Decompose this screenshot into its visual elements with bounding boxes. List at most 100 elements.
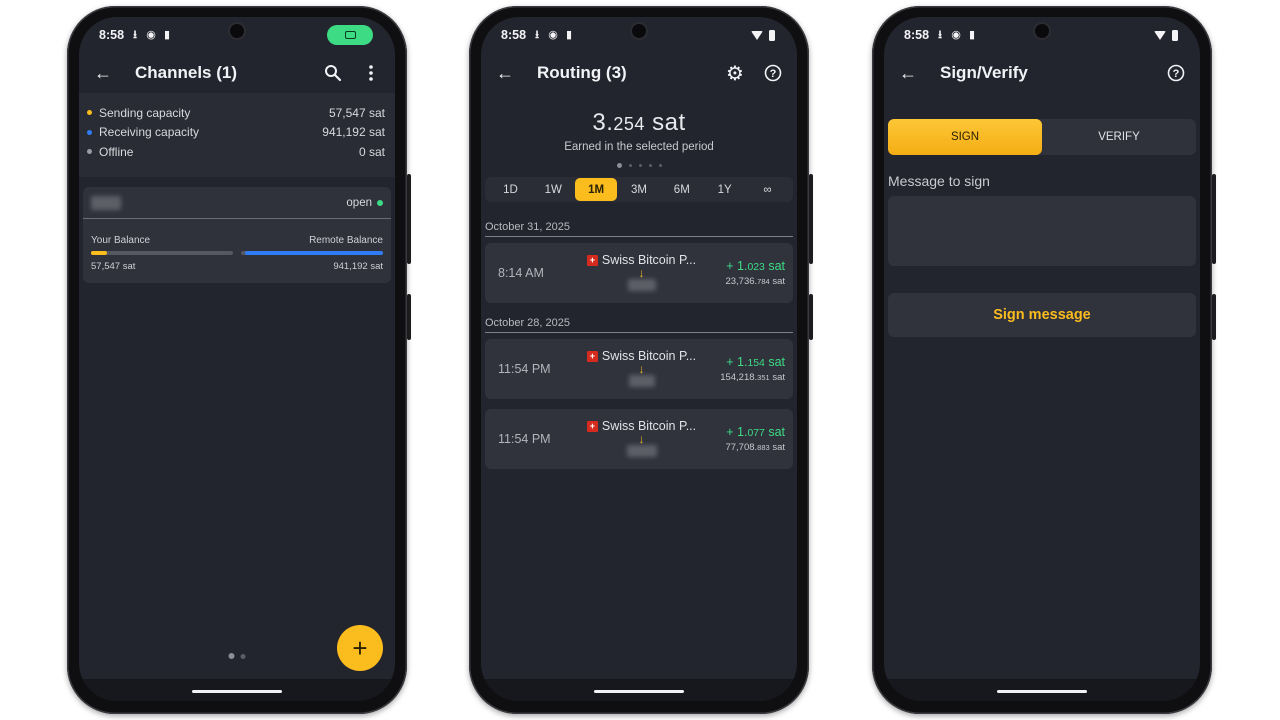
earned-amount: 3.254 sat [592,109,686,136]
period-all[interactable]: ∞ [746,178,788,201]
routing-screen: 8:58 ⭳ ◉ ▮ ← Routing (3) ⚙ ? 3.254 sat E… [481,17,797,701]
routing-event[interactable]: 11:54 PM + Swiss Bitcoin P... ↓ + 1.077 s… [485,409,793,469]
sign-message-button[interactable]: Sign message [888,293,1196,337]
wifi-icon [751,30,763,40]
power-button [1212,294,1216,340]
remote-balance-label: Remote Balance [309,235,383,246]
event-amount: 23,736.784 sat [725,276,785,287]
your-balance-value: 57,547 sat [91,261,136,272]
download-icon: ⭳ [133,29,137,41]
status-time: 8:58 [904,28,930,42]
front-camera [632,24,646,38]
earned-caption: Earned in the selected period [564,141,714,153]
event-values: + 1.023 sat 23,736.784 sat [707,259,785,287]
period-3m[interactable]: 3M [618,178,660,201]
event-fee: + 1.023 sat [726,259,785,273]
page-dot [638,164,642,167]
sim-icon: ▮ [969,29,976,41]
peer-redacted [628,374,655,387]
routing-event[interactable]: 8:14 AM + Swiss Bitcoin P... ↓ + 1.023 sa… [485,243,793,303]
channels-content: Sending capacity 57,547 sat Receiving ca… [79,93,395,701]
page-title: Sign/Verify [940,63,1028,82]
sign-verify-tabs: SIGN VERIFY [888,119,1196,155]
event-route: + Swiss Bitcoin P... ↓ [576,253,707,294]
screen-record-icon[interactable] [327,25,373,45]
remote-balance-bar [241,251,383,255]
app-notification-icon: ◉ [951,29,961,41]
status-open-dot [377,199,383,206]
sending-capacity-value: 57,547 sat [328,105,385,120]
settings-gear-icon[interactable]: ⚙ [725,63,745,85]
app-notification-icon: ◉ [146,29,156,41]
event-route: + Swiss Bitcoin P... ↓ [576,349,707,390]
back-arrow-icon[interactable]: ← [898,63,918,83]
back-arrow-icon[interactable]: ← [495,63,515,83]
battery-icon [769,29,775,41]
more-vert-icon[interactable] [361,63,381,83]
swiss-flag-icon: + [586,420,598,432]
tab-verify[interactable]: VERIFY [1042,119,1196,155]
event-time: 8:14 AM [498,266,544,280]
svg-text:?: ? [1173,68,1180,80]
wifi-icon [1154,30,1166,40]
message-input[interactable] [888,196,1196,266]
offline-dot [87,149,92,155]
capacity-summary: Sending capacity 57,547 sat Receiving ca… [79,93,395,177]
front-camera [230,24,244,38]
event-values: + 1.077 sat 77,708.883 sat [707,425,785,453]
period-1m[interactable]: 1M [575,178,618,201]
power-button [809,294,813,340]
page-dot [240,653,246,659]
peer-redacted [627,278,656,291]
date-header: October 31, 2025 [485,221,793,237]
event-amount: 154,218.351 sat [720,372,785,383]
summary-page-indicator [481,163,797,168]
page-title: Routing (3) [537,63,627,82]
search-icon[interactable] [323,63,343,83]
routing-event[interactable]: 11:54 PM + Swiss Bitcoin P... ↓ + 1.154 s… [485,339,793,399]
back-arrow-icon[interactable]: ← [93,63,113,83]
date-header: October 28, 2025 [485,317,793,333]
period-1d[interactable]: 1D [489,178,531,201]
home-indicator[interactable] [997,690,1087,693]
tab-sign[interactable]: SIGN [888,119,1042,155]
power-button [407,294,411,340]
event-values: + 1.154 sat 154,218.351 sat [707,355,785,383]
routing-content: 3.254 sat Earned in the selected period … [481,93,797,701]
sim-icon: ▮ [164,29,171,41]
channel-status-label: open [346,196,372,209]
help-icon[interactable]: ? [1166,63,1186,83]
volume-button [407,174,411,264]
help-icon[interactable]: ? [763,63,783,83]
svg-text:?: ? [770,68,777,80]
add-channel-button[interactable]: + [337,625,383,671]
event-route: + Swiss Bitcoin P... ↓ [576,419,707,460]
offline-value: 0 sat [358,144,385,159]
period-1w[interactable]: 1W [532,178,574,201]
your-balance-label: Your Balance [91,235,151,246]
sign-verify-content: SIGN VERIFY Message to sign Sign message [884,83,1200,701]
status-time: 8:58 [99,28,125,42]
channel-card[interactable]: open Your Balance Remote Balance 57,547 … [83,187,391,283]
home-indicator[interactable] [192,690,282,693]
page-dot-active [616,163,622,168]
event-time: 11:54 PM [498,362,551,376]
period-1y[interactable]: 1Y [704,178,746,201]
swiss-flag-icon: + [586,350,598,362]
sending-dot [87,110,92,116]
swiss-flag-icon: + [586,254,598,266]
event-time: 11:54 PM [498,432,551,446]
page-dot [628,164,632,167]
phone-channels: 8:58 ⭳ ◉ ▮ ← Channels (1) Sending capaci… [67,6,411,714]
arrow-down-icon: ↓ [638,361,645,376]
period-selector: 1D 1W 1M 3M 6M 1Y ∞ [485,177,793,202]
receiving-dot [87,129,92,135]
local-balance-bar [91,251,233,255]
page-dot [648,164,652,167]
page-dot [658,164,662,167]
home-indicator[interactable] [594,690,684,693]
receiving-capacity-row: Receiving capacity 941,192 sat [87,123,385,143]
volume-button [1212,174,1216,264]
period-6m[interactable]: 6M [661,178,703,201]
status-time: 8:58 [501,28,527,42]
